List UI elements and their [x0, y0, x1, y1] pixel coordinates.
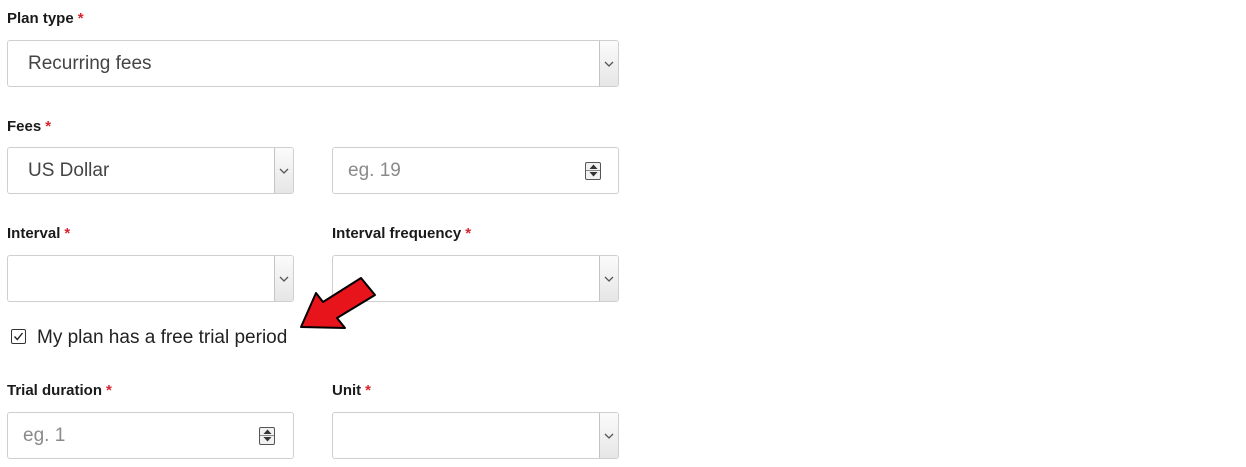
number-stepper[interactable]	[585, 161, 601, 180]
chevron-down-icon[interactable]	[599, 41, 618, 86]
chevron-down-icon[interactable]	[599, 413, 618, 458]
interval-frequency-label: Interval frequency *	[332, 225, 471, 242]
chevron-down-icon[interactable]	[274, 256, 293, 301]
annotation-arrow-icon	[300, 277, 376, 329]
fees-label-text: Fees	[7, 118, 42, 135]
chevron-down-icon[interactable]	[274, 148, 293, 193]
unit-select[interactable]	[332, 412, 619, 459]
unit-label-text: Unit	[332, 382, 362, 399]
free-trial-checkbox[interactable]	[11, 329, 26, 344]
free-trial-label[interactable]: My plan has a free trial period	[37, 327, 287, 349]
interval-label-text: Interval	[7, 225, 61, 242]
plan-type-label-text: Plan type	[7, 10, 74, 27]
plan-form: Plan type * Recurring fees Fees * US Dolla…	[0, 0, 1246, 467]
fees-label: Fees *	[7, 118, 51, 135]
chevron-down-icon[interactable]	[599, 256, 618, 301]
required-marker: *	[64, 225, 71, 242]
required-marker: *	[465, 225, 472, 242]
required-marker: *	[106, 382, 112, 399]
unit-label: Unit *	[332, 382, 371, 399]
plan-type-value: Recurring fees	[28, 52, 152, 74]
trial-duration-input[interactable]	[7, 412, 294, 459]
number-stepper[interactable]	[259, 426, 275, 445]
fee-amount-input[interactable]	[332, 147, 619, 194]
required-marker: *	[365, 382, 372, 399]
plan-type-label: Plan type *	[7, 10, 84, 27]
currency-select[interactable]: US Dollar	[7, 147, 294, 194]
interval-label: Interval *	[7, 225, 70, 242]
fee-amount-field[interactable]	[333, 148, 618, 193]
trial-duration-field[interactable]	[8, 413, 293, 458]
trial-duration-label: Trial duration *	[7, 382, 112, 399]
trial-duration-label-text: Trial duration	[7, 382, 103, 399]
interval-select[interactable]	[7, 255, 294, 302]
currency-value: US Dollar	[28, 159, 110, 181]
plan-type-select[interactable]: Recurring fees	[7, 40, 619, 87]
required-marker: *	[77, 10, 84, 27]
required-marker: *	[45, 118, 52, 135]
interval-frequency-label-text: Interval frequency	[332, 225, 462, 242]
